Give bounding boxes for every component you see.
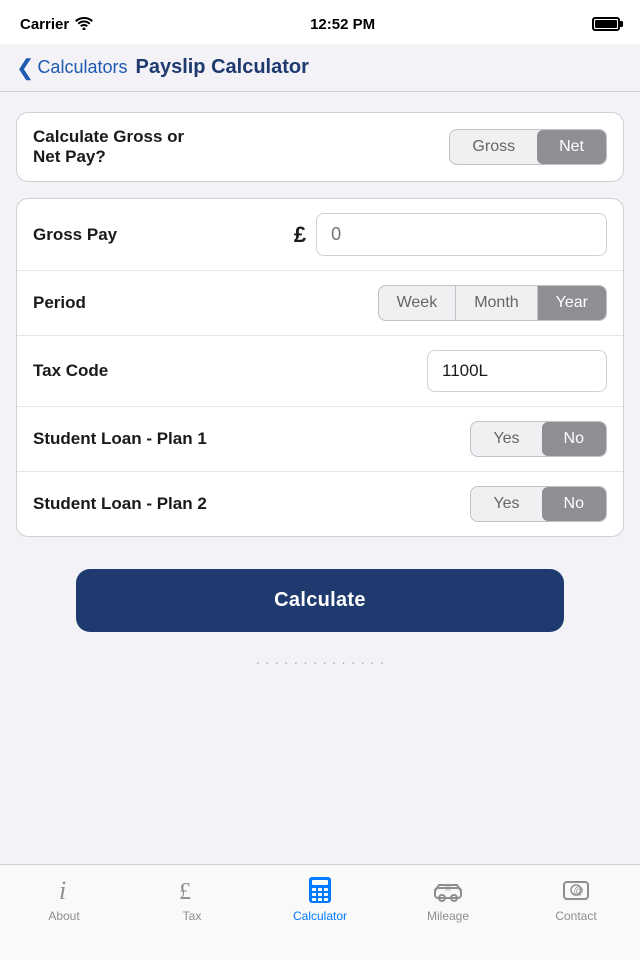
mileage-icon [433, 875, 463, 905]
student-loan-1-toggle[interactable]: Yes No [470, 421, 607, 457]
gross-pay-input[interactable] [316, 213, 607, 256]
currency-symbol: £ [294, 222, 306, 248]
week-button[interactable]: Week [379, 286, 457, 320]
tab-calculator[interactable]: Calculator [288, 875, 352, 923]
back-label: Calculators [37, 57, 127, 78]
student-loan-2-row: Student Loan - Plan 2 Yes No [17, 472, 623, 536]
svg-text:@: @ [574, 886, 584, 897]
carrier-label: Carrier [20, 16, 93, 33]
about-icon: i [49, 875, 79, 905]
tab-about-label: About [48, 909, 79, 923]
tab-bar: i About £ Tax Calculator [0, 864, 640, 960]
status-time: 12:52 PM [310, 16, 375, 33]
tax-icon: £ [177, 875, 207, 905]
tab-calculator-label: Calculator [293, 909, 347, 923]
tax-code-label: Tax Code [33, 361, 427, 381]
tab-tax-label: Tax [183, 909, 202, 923]
partial-content-hint: · · · · · · · · · · · · · · [16, 648, 624, 670]
student-loan-1-row: Student Loan - Plan 1 Yes No [17, 407, 623, 472]
gross-net-label: Calculate Gross or Net Pay? [33, 127, 449, 167]
tax-code-row: Tax Code 1100L [17, 336, 623, 407]
calculate-button-wrap: Calculate [16, 553, 624, 648]
calculator-icon [305, 875, 335, 905]
tab-contact[interactable]: @ Contact [544, 875, 608, 923]
back-chevron-icon: ❮ [16, 57, 34, 79]
student-loan-2-label: Student Loan - Plan 2 [33, 494, 470, 514]
tab-mileage-label: Mileage [427, 909, 469, 923]
period-toggle[interactable]: Week Month Year [378, 285, 607, 321]
contact-icon: @ [561, 875, 591, 905]
gross-net-card: Calculate Gross or Net Pay? Gross Net [16, 112, 624, 182]
main-inputs-card: Gross Pay £ Period Week Month Year Tax C… [16, 198, 624, 537]
nav-bar: ❮ Calculators Payslip Calculator [0, 44, 640, 92]
back-button[interactable]: ❮ Calculators [16, 57, 127, 79]
student-loan-2-toggle[interactable]: Yes No [470, 486, 607, 522]
student-loan-2-yes-button[interactable]: Yes [471, 487, 541, 521]
student-loan-1-no-button[interactable]: No [542, 422, 606, 456]
wifi-icon [75, 16, 93, 33]
period-label: Period [33, 293, 378, 313]
page-title: Payslip Calculator [135, 56, 308, 79]
student-loan-1-label: Student Loan - Plan 1 [33, 429, 470, 449]
student-loan-2-no-button[interactable]: No [542, 487, 606, 521]
net-button[interactable]: Net [537, 130, 606, 164]
main-content: Calculate Gross or Net Pay? Gross Net Gr… [0, 92, 640, 670]
tab-tax[interactable]: £ Tax [160, 875, 224, 923]
tab-mileage[interactable]: Mileage [416, 875, 480, 923]
year-button[interactable]: Year [538, 286, 606, 320]
battery-indicator [592, 17, 620, 31]
period-row: Period Week Month Year [17, 271, 623, 336]
gross-net-toggle[interactable]: Gross Net [449, 129, 607, 165]
tax-code-input[interactable]: 1100L [427, 350, 607, 392]
student-loan-1-yes-button[interactable]: Yes [471, 422, 541, 456]
gross-pay-label: Gross Pay [33, 225, 294, 245]
tab-about[interactable]: i About [32, 875, 96, 923]
svg-text:£: £ [179, 879, 191, 905]
svg-text:i: i [59, 876, 66, 905]
calculate-button[interactable]: Calculate [76, 569, 564, 632]
month-button[interactable]: Month [456, 286, 537, 320]
gross-button[interactable]: Gross [450, 130, 537, 164]
status-bar: Carrier 12:52 PM [0, 0, 640, 44]
gross-net-row: Calculate Gross or Net Pay? Gross Net [17, 113, 623, 181]
gross-pay-row: Gross Pay £ [17, 199, 623, 271]
tab-contact-label: Contact [555, 909, 596, 923]
